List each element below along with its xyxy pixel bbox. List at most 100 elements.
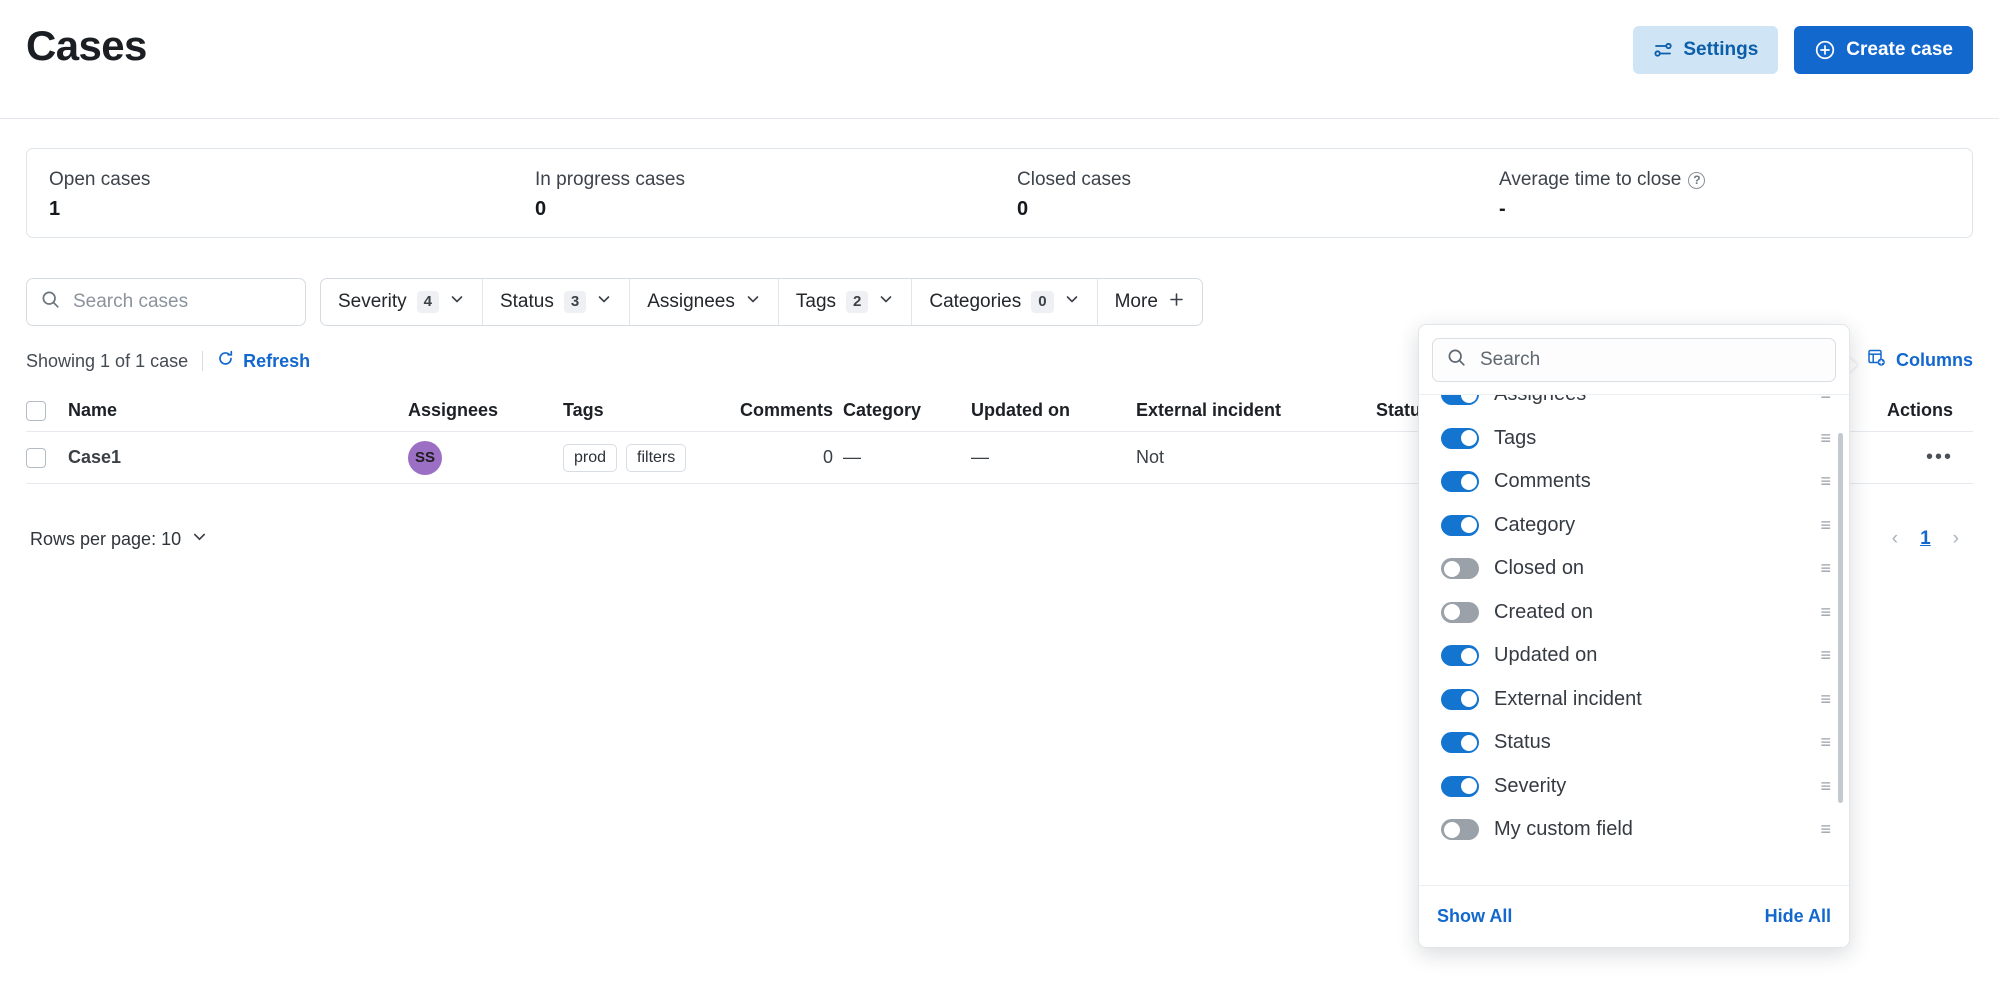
column-visibility-toggle[interactable] (1441, 558, 1479, 579)
row-actions-menu-button[interactable]: ••• (1926, 446, 1953, 468)
column-visibility-toggle[interactable] (1441, 471, 1479, 492)
col-header-comments[interactable]: Comments (733, 400, 843, 421)
column-visibility-toggle[interactable] (1441, 394, 1479, 405)
column-visibility-toggle[interactable] (1441, 645, 1479, 666)
sliders-icon (1653, 40, 1673, 60)
popover-search-input[interactable] (1478, 348, 1821, 372)
column-visibility-toggle[interactable] (1441, 732, 1479, 753)
column-visibility-toggle[interactable] (1441, 819, 1479, 840)
col-header-tags[interactable]: Tags (563, 400, 733, 421)
help-icon[interactable]: ? (1688, 172, 1705, 189)
columns-icon (1867, 348, 1886, 372)
col-header-external-incident[interactable]: External incident (1136, 400, 1376, 421)
drag-handle-icon[interactable]: ≡ (1820, 428, 1831, 449)
stat-closed-cases: Closed cases 0 (1017, 169, 1131, 221)
facet-label: More (1115, 291, 1158, 313)
col-header-updated-on[interactable]: Updated on (971, 400, 1136, 421)
drag-handle-icon[interactable]: ≡ (1820, 732, 1831, 753)
drag-handle-icon[interactable]: ≡ (1820, 776, 1831, 797)
drag-handle-icon[interactable]: ≡ (1820, 558, 1831, 579)
column-toggle-item[interactable]: External incident ≡ (1419, 678, 1849, 722)
columns-button[interactable]: Columns (1867, 348, 1973, 372)
drag-handle-icon[interactable]: ≡ (1820, 819, 1831, 840)
col-header-name[interactable]: Name (68, 400, 408, 421)
columns-toggle-list: Assignees≡Tags≡Comments≡Category≡Closed … (1419, 394, 1849, 849)
prev-page-button[interactable]: ‹ (1892, 528, 1898, 550)
refresh-button[interactable]: Refresh (217, 350, 310, 372)
column-visibility-toggle[interactable] (1441, 515, 1479, 536)
column-visibility-toggle[interactable] (1441, 428, 1479, 449)
column-toggle-item[interactable]: Created on≡ (1419, 591, 1849, 635)
drag-handle-icon[interactable]: ≡ (1820, 689, 1831, 710)
column-toggle-label: External incident (1494, 688, 1805, 711)
chevron-down-icon (191, 528, 208, 550)
column-toggle-item[interactable]: Tags ≡ (1419, 417, 1849, 461)
settings-button-label: Settings (1683, 39, 1758, 61)
drag-handle-icon[interactable]: ≡ (1820, 645, 1831, 666)
next-page-button[interactable]: › (1953, 528, 1959, 550)
pagination: ‹ 1 › (1892, 528, 1959, 550)
column-toggle-item[interactable]: Comments ≡ (1419, 460, 1849, 504)
column-visibility-toggle[interactable] (1441, 776, 1479, 797)
facet-label: Severity (338, 291, 407, 313)
popover-scrollbar[interactable] (1838, 433, 1843, 803)
toggle-knob (1461, 394, 1477, 403)
select-all-checkbox[interactable] (26, 401, 46, 421)
row-checkbox[interactable] (26, 448, 46, 468)
column-toggle-item[interactable]: My custom field≡ (1419, 808, 1849, 849)
toggle-knob (1444, 561, 1460, 577)
chevron-down-icon (1064, 291, 1080, 313)
show-all-button[interactable]: Show All (1437, 906, 1512, 927)
hide-all-button[interactable]: Hide All (1765, 906, 1831, 927)
tag-chip: filters (626, 444, 686, 472)
col-header-category[interactable]: Category (843, 400, 971, 421)
chevron-down-icon (878, 291, 894, 313)
stat-label: Open cases (49, 169, 150, 191)
facet-assignees[interactable]: Assignees (630, 279, 779, 325)
drag-handle-icon[interactable]: ≡ (1820, 471, 1831, 492)
page-header: Cases Settings Create case (0, 0, 1999, 119)
column-toggle-label: Tags (1494, 427, 1805, 450)
drag-handle-icon[interactable]: ≡ (1820, 394, 1831, 405)
popover-search-wrap (1419, 325, 1849, 394)
tag-list: prod filters (563, 444, 723, 472)
column-toggle-label: Closed on (1494, 557, 1805, 580)
column-toggle-item[interactable]: Status≡ (1419, 721, 1849, 765)
column-toggle-item[interactable]: Category≡ (1419, 504, 1849, 548)
column-toggle-item[interactable]: Assignees≡ (1419, 394, 1849, 417)
settings-button[interactable]: Settings (1633, 26, 1778, 74)
cell-updated-on: — (971, 447, 1136, 468)
chevron-down-icon (449, 291, 465, 313)
toggle-knob (1461, 430, 1477, 446)
toggle-knob (1461, 778, 1477, 794)
facet-severity[interactable]: Severity 4 (321, 279, 483, 325)
search-cases-input[interactable] (71, 290, 291, 314)
col-header-assignees[interactable]: Assignees (408, 400, 563, 421)
facet-more[interactable]: More (1098, 279, 1202, 325)
rows-per-page-select[interactable]: Rows per page: 10 (30, 528, 208, 550)
facet-tags[interactable]: Tags 2 (779, 279, 912, 325)
avatar[interactable]: SS (408, 441, 442, 475)
cell-name[interactable]: Case1 (68, 447, 408, 468)
column-toggle-item[interactable]: Updated on≡ (1419, 634, 1849, 678)
toggle-knob (1461, 691, 1477, 707)
column-visibility-toggle[interactable] (1441, 689, 1479, 710)
create-case-button[interactable]: Create case (1794, 26, 1973, 74)
facet-status[interactable]: Status 3 (483, 279, 630, 325)
facet-label: Categories (929, 291, 1021, 313)
header-actions: Settings Create case (1633, 26, 1973, 74)
column-visibility-toggle[interactable] (1441, 602, 1479, 623)
stat-in-progress-cases: In progress cases 0 (535, 169, 685, 221)
facet-count: 2 (846, 291, 868, 313)
search-cases-box[interactable] (26, 278, 306, 326)
refresh-label: Refresh (243, 351, 310, 372)
page-number-1[interactable]: 1 (1920, 528, 1931, 550)
facet-categories[interactable]: Categories 0 (912, 279, 1097, 325)
column-toggle-item[interactable]: Closed on ≡ (1419, 547, 1849, 591)
popover-search-box[interactable] (1432, 338, 1836, 382)
drag-handle-icon[interactable]: ≡ (1820, 515, 1831, 536)
column-toggle-label: Comments (1494, 470, 1805, 493)
column-toggle-item[interactable]: Severity≡ (1419, 765, 1849, 809)
drag-handle-icon[interactable]: ≡ (1820, 602, 1831, 623)
columns-toggle-list-inner: Assignees≡Tags≡Comments≡Category≡Closed … (1419, 394, 1849, 849)
